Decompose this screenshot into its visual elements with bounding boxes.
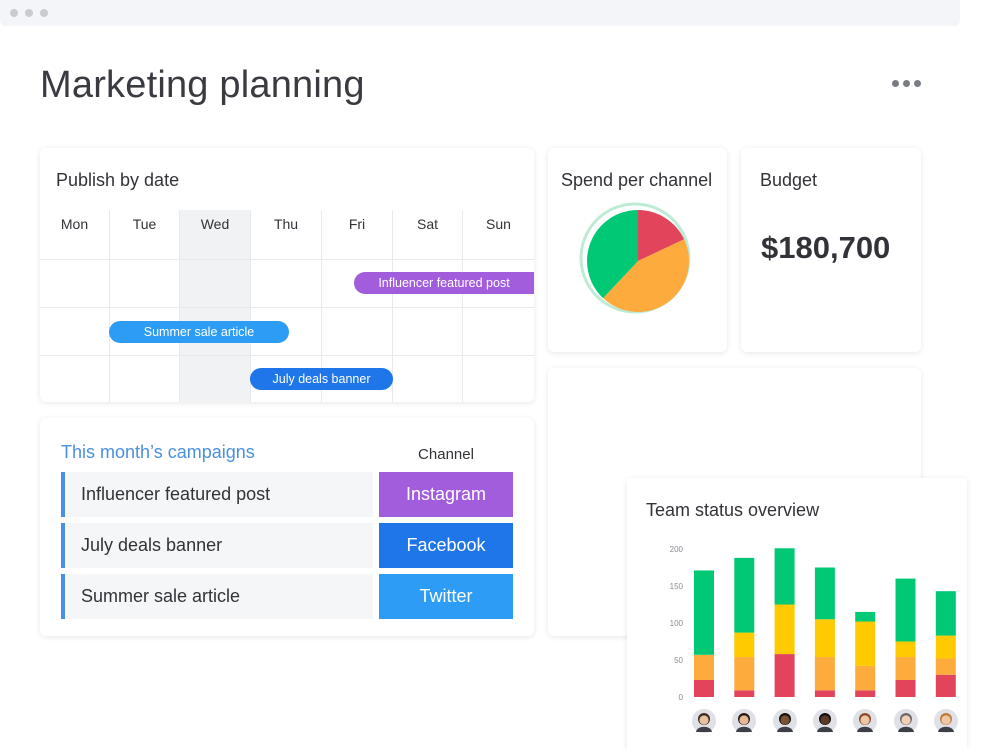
event-pill-july-deals[interactable]: July deals banner: [250, 368, 393, 390]
day-label: Sat: [416, 216, 438, 232]
bar-segment: [814, 567, 835, 620]
day-label: Fri: [348, 216, 366, 232]
channel-cell-instagram[interactable]: Instagram: [379, 472, 513, 517]
bar-segment: [814, 619, 835, 658]
spend-per-channel-widget: Spend per channel: [548, 148, 727, 352]
y-tick-label: 150: [670, 582, 684, 591]
day-column-wed: Wed: [180, 210, 251, 402]
avatar-woman-icon[interactable]: [933, 709, 958, 733]
bar-segment: [895, 657, 916, 680]
campaigns-title: This month’s campaigns: [61, 442, 255, 462]
calendar-row-divider: [40, 259, 534, 260]
calendar-title: Publish by date: [56, 170, 180, 190]
day-label: Thu: [273, 216, 299, 232]
day-label: Mon: [60, 216, 89, 232]
bar-segment: [734, 557, 755, 633]
bar-segment: [935, 658, 956, 675]
team-status-widget: Team status overview 200 150 100 50 0: [627, 478, 967, 749]
bar-segment: [694, 679, 714, 697]
channel-cell-facebook[interactable]: Facebook: [379, 523, 513, 568]
avatar-man-icon[interactable]: [893, 709, 918, 733]
budget-title: Budget: [760, 170, 818, 190]
more-options-icon[interactable]: [892, 80, 924, 90]
bar-segment: [694, 654, 714, 680]
day-label: Sun: [486, 216, 511, 232]
bar-segment: [855, 690, 876, 697]
window-dot-icon: [10, 9, 18, 17]
bar-segment: [774, 604, 795, 655]
campaigns-widget: This month’s campaigns Channel Influence…: [40, 418, 534, 636]
window-dot-icon: [25, 9, 33, 17]
bar-segment: [734, 632, 755, 658]
campaign-name: Summer sale article: [81, 586, 241, 606]
day-label: Tue: [132, 216, 157, 232]
bar-segment: [734, 690, 755, 697]
bar-segment: [734, 657, 755, 691]
campaign-row[interactable]: Summer sale article: [61, 574, 373, 619]
spend-pie-chart[interactable]: [548, 148, 727, 352]
bar-segment: [895, 679, 916, 697]
campaign-name: July deals banner: [81, 535, 223, 555]
bar-segment: [814, 657, 835, 691]
bar-segment: [935, 591, 956, 636]
budget-value: $180,700: [761, 230, 891, 265]
day-column-tue: Tue: [110, 210, 180, 402]
avatar-man-icon[interactable]: [772, 709, 797, 733]
day-column-sun: Sun: [463, 210, 534, 402]
y-tick-label: 0: [679, 693, 684, 702]
bar-segment: [774, 654, 795, 697]
bar-segment: [935, 635, 956, 659]
channel-column-header: Channel: [418, 446, 474, 463]
event-pill-summer-sale[interactable]: Summer sale article: [109, 321, 289, 343]
day-column-mon: Mon: [40, 210, 110, 402]
y-tick-label: 200: [670, 545, 684, 554]
bar-segment: [694, 570, 714, 655]
bar-segment: [895, 641, 916, 658]
y-tick-label: 100: [670, 619, 684, 628]
calendar-row-divider: [40, 355, 534, 356]
campaign-row[interactable]: July deals banner: [61, 523, 373, 568]
publish-by-date-widget: Publish by date Mon Tue Wed Thu Fri Sat …: [40, 148, 534, 402]
bar-segment: [935, 674, 956, 697]
campaign-row[interactable]: Influencer featured post: [61, 472, 373, 517]
avatar-woman-icon[interactable]: [853, 709, 878, 733]
bar-segment: [895, 578, 916, 642]
avatar-man-icon[interactable]: [812, 709, 837, 733]
day-label: Wed: [200, 216, 230, 232]
campaign-name: Influencer featured post: [81, 484, 271, 504]
bar-segment: [855, 665, 876, 691]
day-column-sat: Sat: [393, 210, 463, 402]
bar-segment: [855, 611, 876, 622]
avatar-man-icon[interactable]: [692, 709, 716, 733]
budget-widget: Budget $180,700: [741, 148, 921, 352]
bar-segment: [814, 690, 835, 697]
bar-segment: [855, 621, 876, 666]
page-title: Marketing planning: [40, 64, 365, 106]
avatar-woman-icon[interactable]: [732, 709, 757, 733]
calendar-row-divider: [40, 307, 534, 308]
window-top-bar: [0, 0, 960, 26]
window-dot-icon: [40, 9, 48, 17]
channel-cell-twitter[interactable]: Twitter: [379, 574, 513, 619]
event-pill-influencer[interactable]: Influencer featured post: [354, 272, 534, 294]
y-tick-label: 50: [674, 656, 683, 665]
bar-segment: [774, 548, 795, 605]
